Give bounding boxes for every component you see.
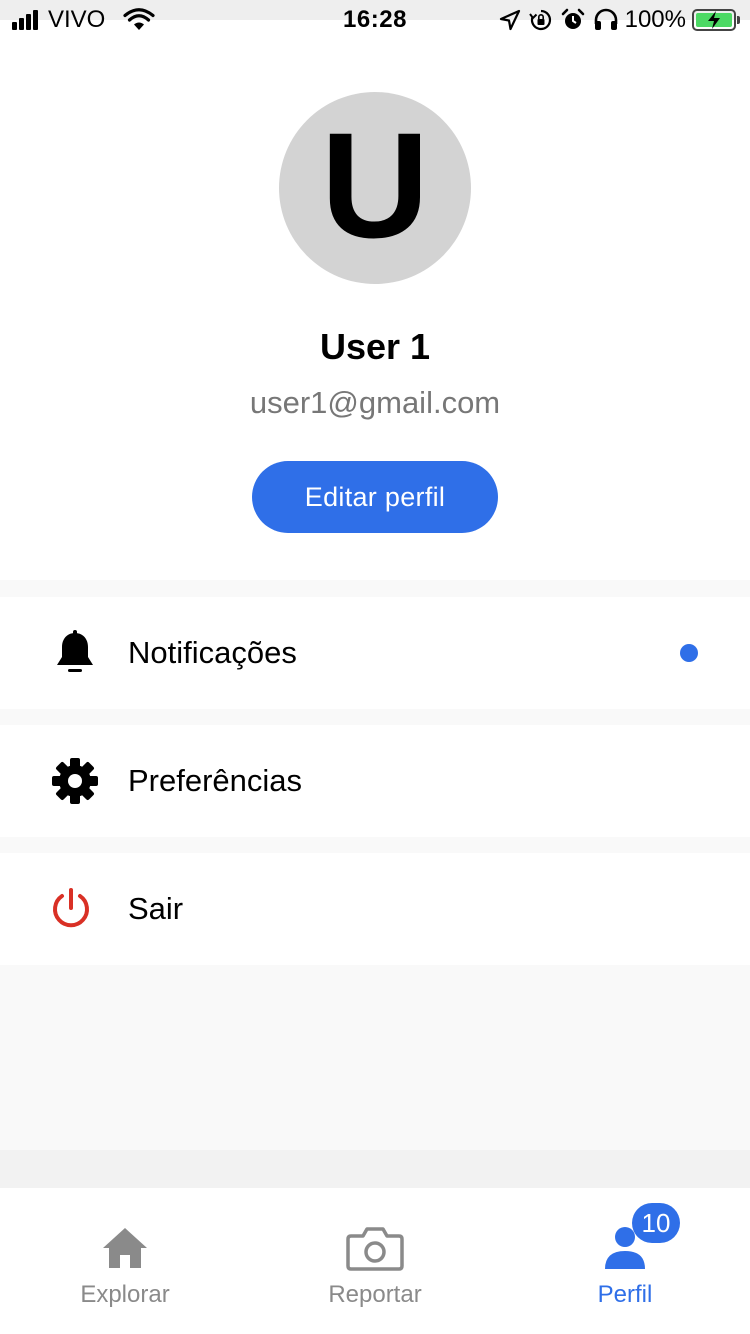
gear-icon bbox=[50, 756, 100, 806]
unread-indicator bbox=[680, 644, 698, 662]
status-bar: VIVO 16:28 100% bbox=[0, 0, 750, 40]
camera-icon bbox=[346, 1222, 404, 1274]
menu-item-preferences[interactable]: Preferências bbox=[0, 725, 750, 837]
avatar-initial: U bbox=[320, 101, 430, 269]
tab-label: Perfil bbox=[597, 1281, 653, 1308]
location-icon bbox=[499, 9, 521, 31]
home-icon bbox=[101, 1222, 149, 1274]
notification-badge: 10 bbox=[632, 1203, 680, 1243]
user-email: user1@gmail.com bbox=[249, 385, 501, 420]
content-background bbox=[0, 966, 750, 1150]
rotation-lock-icon bbox=[528, 8, 553, 32]
battery-charging-icon bbox=[692, 9, 740, 31]
tab-reportar[interactable]: Reportar bbox=[250, 1188, 500, 1334]
avatar[interactable]: U bbox=[279, 92, 471, 284]
tab-perfil[interactable]: Perfil bbox=[500, 1188, 750, 1334]
bell-icon bbox=[50, 628, 100, 678]
menu-item-label: Preferências bbox=[128, 763, 303, 798]
tab-label: Reportar bbox=[328, 1281, 422, 1308]
menu-item-label: Sair bbox=[128, 891, 184, 926]
menu-item-logout[interactable]: Sair bbox=[0, 853, 750, 965]
profile-header: U User 1 user1@gmail.com Editar perfil bbox=[0, 40, 750, 580]
tab-label: Explorar bbox=[80, 1281, 170, 1308]
alarm-icon bbox=[561, 8, 585, 32]
power-icon bbox=[46, 884, 96, 934]
menu-item-notifications[interactable]: Notificações bbox=[0, 597, 750, 709]
tab-explorar[interactable]: Explorar bbox=[0, 1188, 250, 1334]
battery-percent: 100% bbox=[624, 6, 686, 33]
status-right: 100% bbox=[491, 4, 740, 36]
user-name: User 1 bbox=[319, 326, 431, 367]
headphones-icon bbox=[593, 8, 619, 32]
edit-profile-button[interactable]: Editar perfil bbox=[252, 461, 498, 533]
tab-bar-divider bbox=[0, 1150, 750, 1188]
menu-item-label: Notificações bbox=[128, 635, 297, 670]
